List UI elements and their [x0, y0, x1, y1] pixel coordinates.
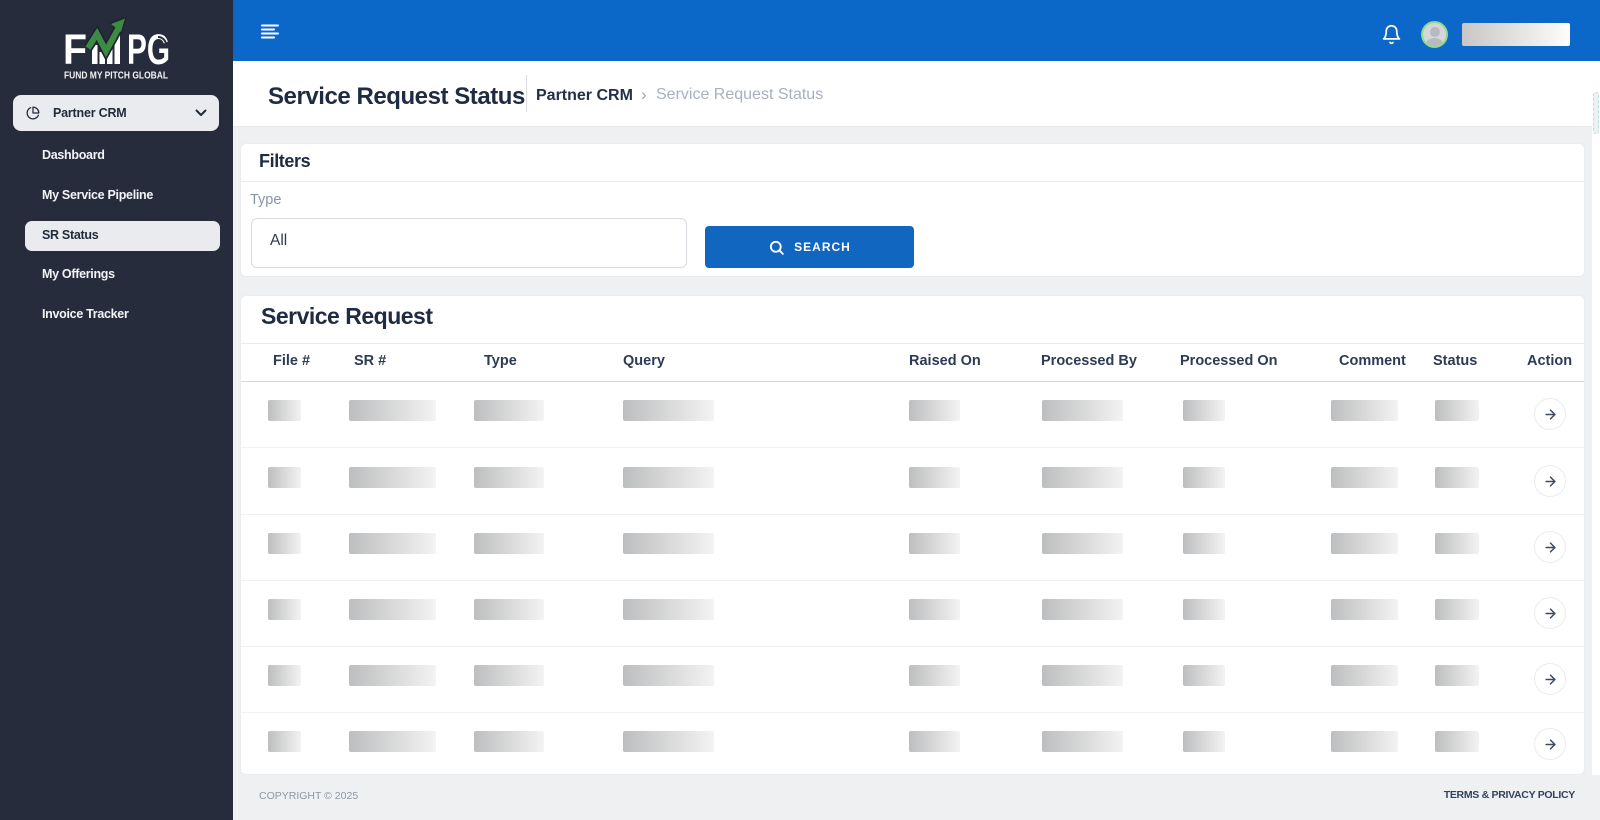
svg-text:FUND MY PITCH GLOBAL: FUND MY PITCH GLOBAL — [64, 70, 168, 82]
svg-text:F: F — [63, 26, 87, 74]
